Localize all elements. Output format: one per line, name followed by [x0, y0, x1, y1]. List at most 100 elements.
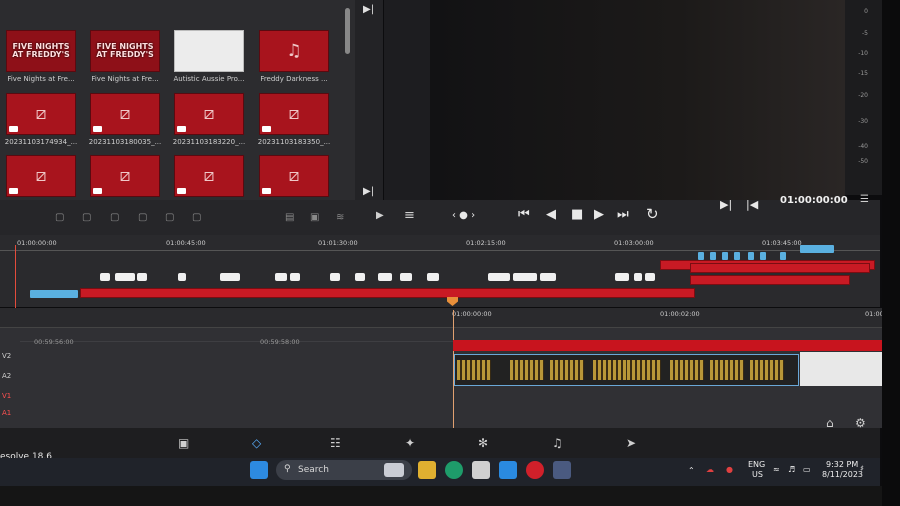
blade-icon[interactable]: ▢	[192, 212, 201, 223]
clock-date[interactable]: 8/11/2023	[822, 470, 863, 479]
panel-toggle-icon[interactable]: ▶|	[363, 4, 374, 15]
overview-clip-title[interactable]	[330, 273, 340, 281]
fusion-page-icon[interactable]: ✦	[405, 436, 415, 450]
overview-clip-title[interactable]	[115, 273, 135, 281]
overview-clip-red[interactable]	[690, 275, 850, 285]
media-clip[interactable]: FIVE NIGHTS AT FREDDY'S Five Nights at Fr…	[84, 30, 166, 83]
home-icon[interactable]: ⌂	[826, 416, 834, 430]
overview-clip-blue[interactable]	[710, 252, 716, 260]
overview-clip-title[interactable]	[178, 273, 186, 281]
track-label[interactable]: A1	[2, 409, 11, 417]
media-clip[interactable]: Autistic Aussie Pro...	[168, 30, 250, 83]
region-label[interactable]: US	[752, 470, 763, 479]
overview-clip-title[interactable]	[427, 273, 439, 281]
play-reverse-icon[interactable]: ◀	[546, 207, 556, 222]
overview-clip-blue[interactable]	[800, 245, 834, 253]
overview-clip-title[interactable]	[488, 273, 510, 281]
overview-clip-title[interactable]	[513, 273, 537, 281]
color-page-icon[interactable]: ✻	[478, 436, 488, 450]
mark-in-icon[interactable]: |◀	[746, 198, 758, 211]
go-to-start-icon[interactable]: ⏮	[518, 207, 530, 222]
slip-icon[interactable]: ▢	[138, 212, 147, 223]
taskbar-search[interactable]: ⚲ Search	[276, 460, 412, 480]
panel-toggle-icon-2[interactable]: ▶|	[363, 186, 374, 197]
overview-clip-blue[interactable]	[30, 290, 78, 298]
track-select-icon[interactable]: ▶	[376, 210, 384, 221]
trim-edit-icon[interactable]: ▢	[55, 212, 64, 223]
overview-clip-red[interactable]	[80, 288, 695, 298]
slide-icon[interactable]: ▢	[165, 212, 174, 223]
roll-icon[interactable]: ▢	[110, 212, 119, 223]
edit-page-icon[interactable]: ☷	[330, 436, 341, 450]
overview-clip-title[interactable]	[355, 273, 365, 281]
track-label[interactable]: V1	[2, 392, 11, 400]
fairlight-page-icon[interactable]: ♫	[552, 436, 563, 450]
play-icon[interactable]: ▶	[594, 207, 604, 222]
deliver-page-icon[interactable]: ➤	[626, 436, 636, 450]
notification-bell-icon[interactable]: ♯	[860, 464, 864, 473]
media-clip[interactable]: ⧄ 20231103183220_...	[168, 93, 250, 146]
overview-clip-blue[interactable]	[698, 252, 704, 260]
weather-icon[interactable]: ☁	[706, 465, 714, 474]
edge-icon[interactable]	[445, 461, 463, 479]
timeline-clip-video1[interactable]	[454, 354, 799, 386]
overview-clip-title[interactable]	[645, 273, 655, 281]
jog-icon[interactable]: ‹ ● ›	[452, 210, 475, 221]
overview-clip-blue[interactable]	[780, 252, 786, 260]
clock-time[interactable]: 9:32 PM	[826, 460, 858, 469]
track-label[interactable]: V2	[2, 352, 11, 360]
file-explorer-icon[interactable]	[418, 461, 436, 479]
overview-clip-title[interactable]	[540, 273, 556, 281]
volume-icon[interactable]: ♬	[788, 465, 795, 474]
media-clip[interactable]: ⧄ 20231103183350_...	[253, 93, 335, 146]
overview-clip-title[interactable]	[290, 273, 300, 281]
settings-gear-icon[interactable]: ⚙	[855, 416, 866, 430]
battery-icon[interactable]: ▭	[803, 465, 811, 474]
overview-clip-title[interactable]	[378, 273, 392, 281]
list-view-icon[interactable]: ▤	[285, 212, 294, 223]
timeline-clip-video2[interactable]	[453, 340, 882, 351]
media-clip[interactable]: ⧄20231103190434_...	[0, 155, 82, 205]
overview-playhead[interactable]	[15, 245, 16, 310]
media-clip[interactable]: FIVE NIGHTS AT FREDDY'S Five Nights at Fr…	[0, 30, 82, 83]
start-button[interactable]	[250, 461, 268, 479]
store-icon[interactable]	[472, 461, 490, 479]
mark-out-icon[interactable]: ▶|	[720, 198, 732, 211]
media-clip[interactable]: ⧄ 20231103174934_...	[0, 93, 82, 146]
overview-clip-title[interactable]	[137, 273, 147, 281]
tray-chevron-icon[interactable]: ⌃	[688, 466, 695, 475]
overview-clip-title[interactable]	[275, 273, 287, 281]
loop-icon[interactable]: ↻	[646, 205, 659, 223]
overview-clip-title[interactable]	[634, 273, 642, 281]
mail-icon[interactable]	[499, 461, 517, 479]
overview-clip-title[interactable]	[400, 273, 412, 281]
media-pool-scrollbar[interactable]	[345, 8, 350, 54]
overview-clip-blue[interactable]	[722, 252, 728, 260]
menu-icon[interactable]: ☰	[860, 194, 869, 205]
media-clip[interactable]: ⧄20231103191632_...	[168, 155, 250, 205]
ripple-icon[interactable]: ▢	[82, 212, 91, 223]
timeline-clip-transition[interactable]	[800, 352, 882, 386]
track-label[interactable]: A2	[2, 372, 11, 380]
media-page-icon[interactable]: ▣	[178, 436, 189, 450]
overview-clip-blue[interactable]	[734, 252, 740, 260]
overview-clip-blue[interactable]	[748, 252, 754, 260]
settings-sliders-icon[interactable]: ≡	[404, 208, 415, 223]
overview-clip-red[interactable]	[690, 263, 870, 273]
thumbnail-view-icon[interactable]: ▣	[310, 212, 319, 223]
media-clip[interactable]: ♫ Freddy Darkness ...	[253, 30, 335, 83]
overview-clip-title[interactable]	[220, 273, 240, 281]
media-clip[interactable]: ⧄20231103192409_...	[84, 155, 166, 205]
overview-clip-title[interactable]	[615, 273, 629, 281]
overview-timeline[interactable]: 01:00:00:00 01:00:45:00 01:01:30:00 01:02:1…	[0, 235, 880, 310]
media-clip[interactable]: ⧄20231103192032_...	[253, 155, 335, 205]
wifi-icon[interactable]: ≈	[773, 465, 780, 474]
lang-label[interactable]: ENG	[748, 460, 765, 469]
overview-clip-blue[interactable]	[760, 252, 766, 260]
media-clip[interactable]: ⧄ 20231103180035_...	[84, 93, 166, 146]
go-to-end-icon[interactable]: ⏭	[617, 207, 629, 222]
overview-clip-title[interactable]	[100, 273, 110, 281]
stop-icon[interactable]: ■	[571, 207, 583, 222]
opera-icon[interactable]	[526, 461, 544, 479]
resolve-taskbar-icon[interactable]	[553, 461, 571, 479]
